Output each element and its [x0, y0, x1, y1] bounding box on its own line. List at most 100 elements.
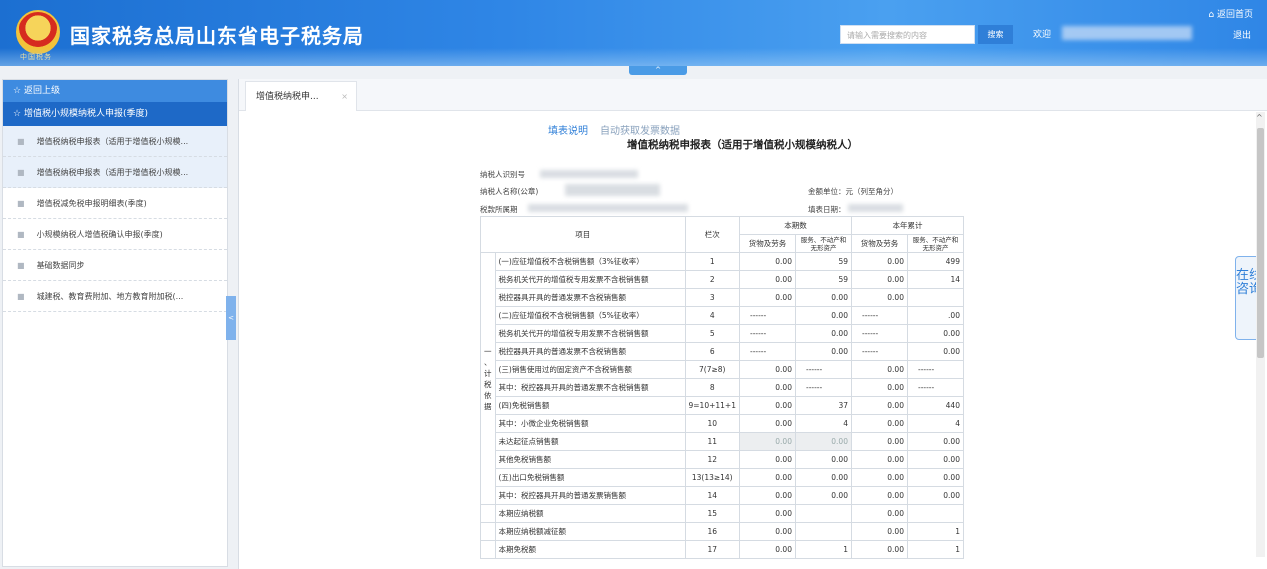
row-value[interactable]: ------	[850, 306, 908, 325]
row-item: 本期应纳税额减征额	[494, 522, 686, 541]
row-value[interactable]: 0.00	[850, 360, 908, 379]
row-value[interactable]: 0.00	[738, 396, 796, 415]
sidebar-item[interactable]: ■ 小规模纳税人增值税确认申报(季度)	[3, 219, 227, 250]
search-button[interactable]: 搜索	[978, 25, 1013, 44]
close-icon[interactable]: ×	[341, 82, 348, 112]
row-value[interactable]: 0.00	[738, 360, 796, 379]
row-value[interactable]: 14	[906, 270, 964, 289]
row-value[interactable]: 59	[794, 270, 852, 289]
row-value[interactable]: ------	[906, 360, 964, 379]
row-value[interactable]: 0.00	[850, 270, 908, 289]
row-value[interactable]: 0.00	[906, 324, 964, 343]
taxpayer-id-label: 纳税人识别号	[480, 170, 525, 179]
row-value[interactable]: 0.00	[794, 306, 852, 325]
row-value[interactable]: 59	[794, 252, 852, 271]
row-value[interactable]	[794, 522, 852, 541]
scroll-up-icon[interactable]: ^	[1256, 113, 1263, 122]
row-value[interactable]: 0.00	[850, 432, 908, 451]
row-value[interactable]: 0.00	[738, 540, 796, 559]
table-row: 税务机关代开的增值税专用发票不含税销售额 2 0.00 59 0.00 14	[481, 270, 964, 289]
row-value[interactable]: 0.00	[850, 468, 908, 487]
row-value[interactable]: 0.00	[738, 486, 796, 505]
row-value[interactable]: 0.00	[738, 450, 796, 469]
logout-link[interactable]: 退出	[1233, 28, 1251, 41]
table-row: 其中：税控器具开具的普通发票不含税销售额 8 0.00 ------ 0.00 -----…	[481, 378, 964, 397]
row-value[interactable]: 0.00	[850, 396, 908, 415]
row-value[interactable]: 0.00	[850, 414, 908, 433]
row-value[interactable]: 0.00	[850, 540, 908, 559]
row-value[interactable]	[906, 504, 964, 523]
row-value[interactable]	[906, 288, 964, 307]
row-value[interactable]: 0.00	[738, 414, 796, 433]
row-value[interactable]: 0.00	[850, 378, 908, 397]
row-value[interactable]: 37	[794, 396, 852, 415]
row-value[interactable]: ------	[794, 360, 852, 379]
row-value[interactable]: 0.00	[906, 342, 964, 361]
row-value[interactable]: ------	[738, 324, 796, 343]
fill-instructions-link[interactable]: 填表说明	[548, 122, 588, 137]
sidebar-item[interactable]: ■ 增值税减免税申报明细表(季度)	[3, 188, 227, 219]
row-value[interactable]: 4	[794, 414, 852, 433]
row-value[interactable]: 0.00	[794, 432, 852, 451]
row-value[interactable]: 0.00	[850, 450, 908, 469]
sidebar-item[interactable]: ■ 增值税纳税申报表（适用于增值税小规模...	[3, 157, 227, 188]
row-value[interactable]: 0.00	[850, 252, 908, 271]
redacted-value	[528, 204, 688, 212]
row-value[interactable]: ------	[850, 324, 908, 343]
row-value[interactable]: 440	[906, 396, 964, 415]
row-value[interactable]: ------	[794, 378, 852, 397]
row-value[interactable]: 0.00	[850, 486, 908, 505]
amount-unit-label: 金额单位：元（列至角分）	[808, 187, 898, 196]
row-value[interactable]: 0.00	[738, 270, 796, 289]
row-value[interactable]: 1	[906, 522, 964, 541]
row-value[interactable]: 0.00	[738, 468, 796, 487]
row-value[interactable]	[794, 504, 852, 523]
row-item: 本期免税额	[494, 540, 686, 559]
row-value[interactable]: 0.00	[850, 288, 908, 307]
row-value[interactable]: 0.00	[794, 486, 852, 505]
row-value[interactable]: 0.00	[794, 324, 852, 343]
row-value[interactable]: 0.00	[906, 432, 964, 451]
search-input[interactable]: 请输入需要搜索的内容	[840, 25, 975, 44]
sidebar-item[interactable]: ■ 城建税、教育费附加、地方教育附加税(...	[3, 281, 227, 312]
row-value[interactable]: 0.00	[794, 450, 852, 469]
taxpayer-name-label: 纳税人名称(公章)	[480, 187, 539, 196]
row-value[interactable]: 1	[906, 540, 964, 559]
collapse-header-button[interactable]: ^	[629, 66, 687, 75]
row-value[interactable]: 0.00	[906, 450, 964, 469]
row-item: (二)应征增值税不含税销售额（5%征收率）	[494, 306, 686, 325]
row-value[interactable]: ------	[906, 378, 964, 397]
row-value[interactable]: 0.00	[906, 468, 964, 487]
auto-fetch-invoice-link[interactable]: 自动获取发票数据	[600, 122, 680, 137]
row-value[interactable]: 0.00	[794, 288, 852, 307]
row-value[interactable]: 0.00	[738, 252, 796, 271]
sidebar-group-header[interactable]: ☆ 增值税小规模纳税人申报(季度)	[3, 102, 227, 126]
row-value[interactable]: ------	[850, 342, 908, 361]
tab-vat-return[interactable]: 增值税纳税申... ×	[245, 81, 357, 111]
row-value[interactable]: 0.00	[850, 504, 908, 523]
row-value[interactable]: 1	[794, 540, 852, 559]
sidebar-back[interactable]: ☆ 返回上级	[3, 80, 227, 102]
sidebar-item[interactable]: ■ 基础数据同步	[3, 250, 227, 281]
row-value[interactable]: ------	[738, 306, 796, 325]
row-value[interactable]: 0.00	[906, 486, 964, 505]
header-current: 本期数	[738, 216, 852, 235]
sidebar-item[interactable]: ■ 增值税纳税申报表（适用于增值税小规模...	[3, 126, 227, 157]
row-value[interactable]: .00	[906, 306, 964, 325]
home-link[interactable]: ⌂ 返回首页	[1208, 7, 1253, 20]
row-value[interactable]: 0.00	[794, 468, 852, 487]
row-value[interactable]: 0.00	[738, 288, 796, 307]
scrollbar-thumb[interactable]	[1257, 128, 1264, 358]
row-value[interactable]: 4	[906, 414, 964, 433]
row-value[interactable]: 0.00	[794, 342, 852, 361]
sidebar-toggle-button[interactable]: <	[226, 296, 236, 340]
row-line: 5	[684, 324, 740, 343]
row-value[interactable]: 0.00	[738, 432, 796, 451]
row-value[interactable]: 0.00	[850, 522, 908, 541]
row-value[interactable]: 0.00	[738, 378, 796, 397]
row-value[interactable]: ------	[738, 342, 796, 361]
row-value[interactable]: 0.00	[738, 522, 796, 541]
welcome-text: 欢迎	[1033, 30, 1052, 40]
row-value[interactable]: 0.00	[738, 504, 796, 523]
row-value[interactable]: 499	[906, 252, 964, 271]
